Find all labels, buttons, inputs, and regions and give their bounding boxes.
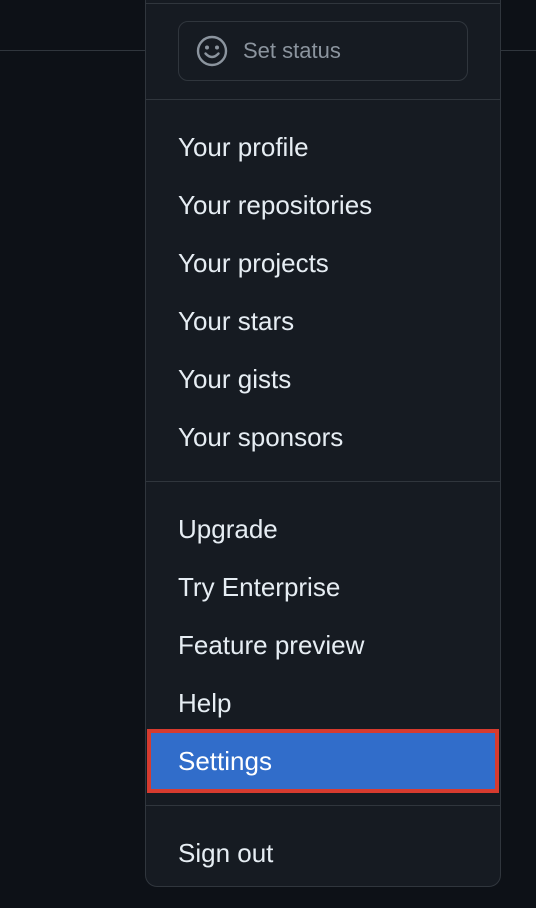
menu-item-your-sponsors[interactable]: Your sponsors (146, 408, 500, 466)
menu-item-your-gists[interactable]: Your gists (146, 350, 500, 408)
menu-item-upgrade[interactable]: Upgrade (146, 500, 500, 558)
menu-item-your-projects[interactable]: Your projects (146, 234, 500, 292)
smiley-icon (195, 34, 229, 68)
page-background: Set status Your profile Your repositorie… (0, 0, 536, 908)
menu-divider (146, 805, 500, 806)
set-status-label: Set status (243, 38, 341, 63)
menu-item-help[interactable]: Help (146, 674, 500, 732)
menu-item-sign-out[interactable]: Sign out (146, 824, 500, 882)
menu-item-try-enterprise[interactable]: Try Enterprise (146, 558, 500, 616)
menu-divider (146, 99, 500, 100)
menu-item-your-profile[interactable]: Your profile (146, 118, 500, 176)
menu-divider (146, 481, 500, 482)
menu-item-your-repositories[interactable]: Your repositories (146, 176, 500, 234)
set-status-button[interactable]: Set status (178, 21, 468, 81)
menu-item-your-stars[interactable]: Your stars (146, 292, 500, 350)
user-dropdown-menu: Set status Your profile Your repositorie… (145, 0, 501, 887)
menu-item-settings[interactable]: Settings (147, 729, 499, 793)
menu-divider (146, 3, 500, 4)
menu-item-feature-preview[interactable]: Feature preview (146, 616, 500, 674)
